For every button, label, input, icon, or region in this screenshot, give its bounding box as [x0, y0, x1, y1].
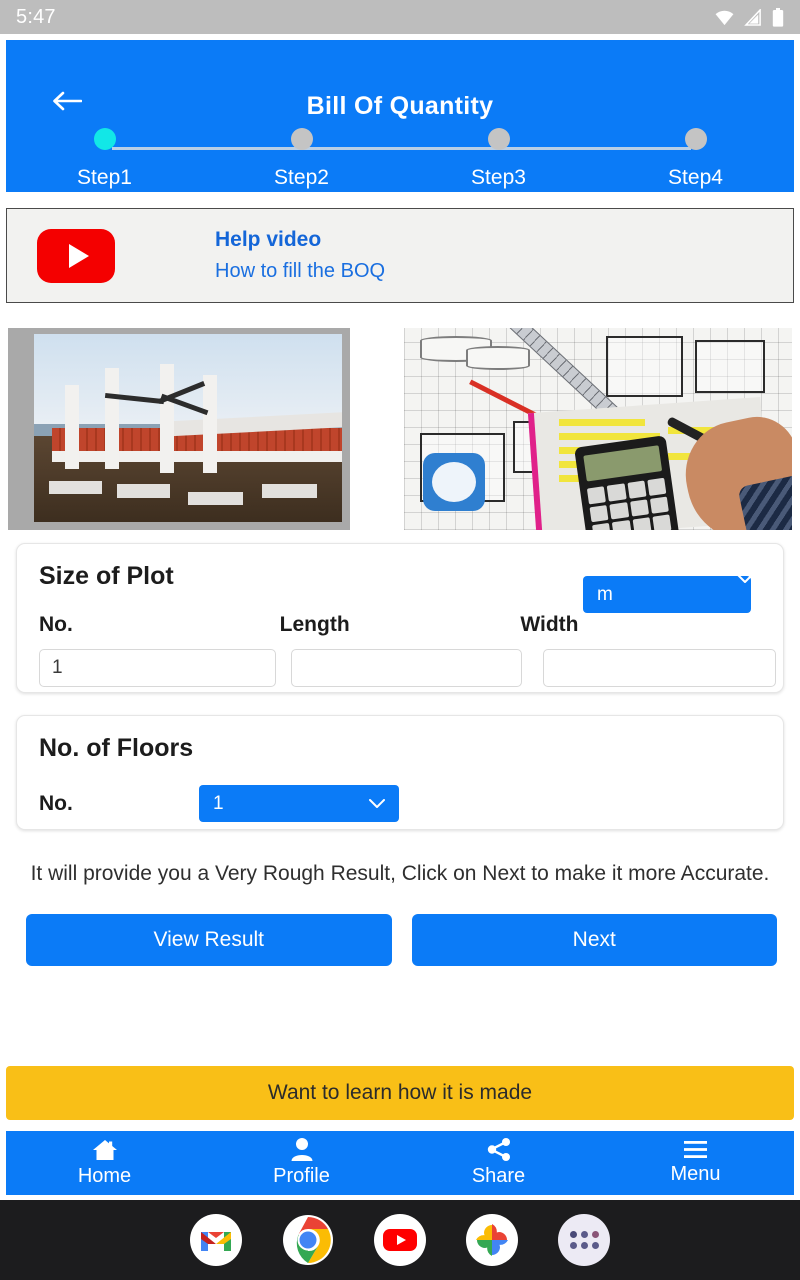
plot-width-input[interactable]: [543, 649, 776, 687]
share-icon: [487, 1138, 510, 1161]
no-of-floors-label: No.: [39, 791, 73, 815]
step-item-4[interactable]: Step4: [597, 128, 794, 190]
step-dot-4: [684, 128, 707, 150]
plot-field-inputs: [39, 649, 776, 687]
android-dock: [0, 1200, 800, 1280]
plot-length-input[interactable]: [291, 649, 522, 687]
youtube-icon[interactable]: [374, 1214, 426, 1266]
help-video-subtitle: How to fill the BOQ: [215, 260, 386, 282]
no-of-floors-title: No. of Floors: [39, 734, 194, 762]
column-header-length: Length: [279, 613, 350, 636]
nav-label-profile: Profile: [273, 1165, 330, 1187]
help-video-title: Help video: [215, 228, 322, 251]
view-result-button[interactable]: View Result: [26, 914, 392, 966]
back-arrow-icon[interactable]: [52, 90, 82, 112]
battery-icon: [772, 7, 784, 27]
step-label-3: Step3: [471, 166, 526, 189]
nav-label-home: Home: [77, 1164, 132, 1187]
nav-item-home[interactable]: Home: [6, 1131, 203, 1195]
signal-icon: [744, 8, 761, 26]
step-label-4: Step4: [668, 166, 723, 189]
no-of-floors-card: No. of Floors No. 1 2 3 4 5: [16, 715, 784, 830]
step-dot-1: [93, 128, 116, 150]
step-dot-2: [290, 128, 313, 150]
app-screen: 5:47 Bill Of Quantity Step1 Step2 Step3 …: [0, 0, 800, 1280]
app-header: Bill Of Quantity Step1 Step2 Step3 Step4: [6, 40, 794, 192]
nav-item-menu[interactable]: Menu: [597, 1131, 794, 1195]
gmail-icon[interactable]: [190, 1214, 242, 1266]
action-button-row: View Result Next: [26, 914, 777, 966]
step-item-3[interactable]: Step3: [400, 128, 597, 190]
nav-label-share: Share: [471, 1165, 526, 1187]
learn-how-it-is-made-banner[interactable]: Want to learn how it is made: [6, 1066, 794, 1120]
youtube-play-icon[interactable]: [37, 228, 115, 283]
floors-select[interactable]: 1 2 3 4 5: [199, 785, 399, 822]
step-progress-indicator: Step1 Step2 Step3 Step4: [6, 128, 794, 190]
help-video-banner[interactable]: Help video How to fill the BOQ: [6, 208, 794, 303]
nav-item-share[interactable]: Share: [400, 1131, 597, 1195]
status-icon-group: [714, 7, 784, 27]
chrome-icon[interactable]: [282, 1214, 334, 1266]
step-label-1: Step1: [77, 166, 132, 189]
illustration-row: [0, 328, 800, 533]
floors-select-wrapper: 1 2 3 4 5: [199, 785, 399, 822]
nav-label-menu: Menu: [670, 1163, 721, 1185]
help-video-text: Help video How to fill the BOQ: [215, 228, 385, 283]
nav-item-profile[interactable]: Profile: [203, 1131, 400, 1195]
page-title: Bill Of Quantity: [306, 92, 494, 120]
column-header-width: Width: [520, 613, 579, 636]
plot-no-input[interactable]: [39, 649, 276, 687]
unit-select[interactable]: m ft: [583, 576, 751, 613]
blueprint-estimation-illustration: [404, 328, 792, 530]
step-item-2[interactable]: Step2: [203, 128, 400, 190]
no-of-floors-row: No. 1 2 3 4 5: [39, 785, 761, 822]
status-time: 5:47: [16, 5, 56, 28]
plot-field-headers: No. Length Width: [39, 613, 761, 637]
size-of-plot-card: Size of Plot m ft No. Length Width: [16, 543, 784, 693]
google-photos-icon[interactable]: [466, 1214, 518, 1266]
home-icon: [92, 1139, 117, 1160]
step-dot-3: [487, 128, 510, 150]
status-bar: 5:47: [0, 0, 800, 34]
next-button[interactable]: Next: [411, 914, 777, 966]
bottom-navigation-bar: Home Profile Share Menu: [6, 1131, 794, 1195]
column-header-no: No.: [39, 613, 73, 636]
foundation-footing-illustration: [8, 328, 350, 530]
step-item-1[interactable]: Step1: [6, 128, 203, 190]
app-drawer-icon[interactable]: [558, 1214, 610, 1266]
rough-result-note: It will provide you a Very Rough Result,…: [30, 862, 770, 885]
step-label-2: Step2: [274, 166, 329, 189]
person-icon: [291, 1138, 312, 1161]
menu-icon: [684, 1141, 707, 1158]
wifi-icon: [715, 10, 734, 25]
